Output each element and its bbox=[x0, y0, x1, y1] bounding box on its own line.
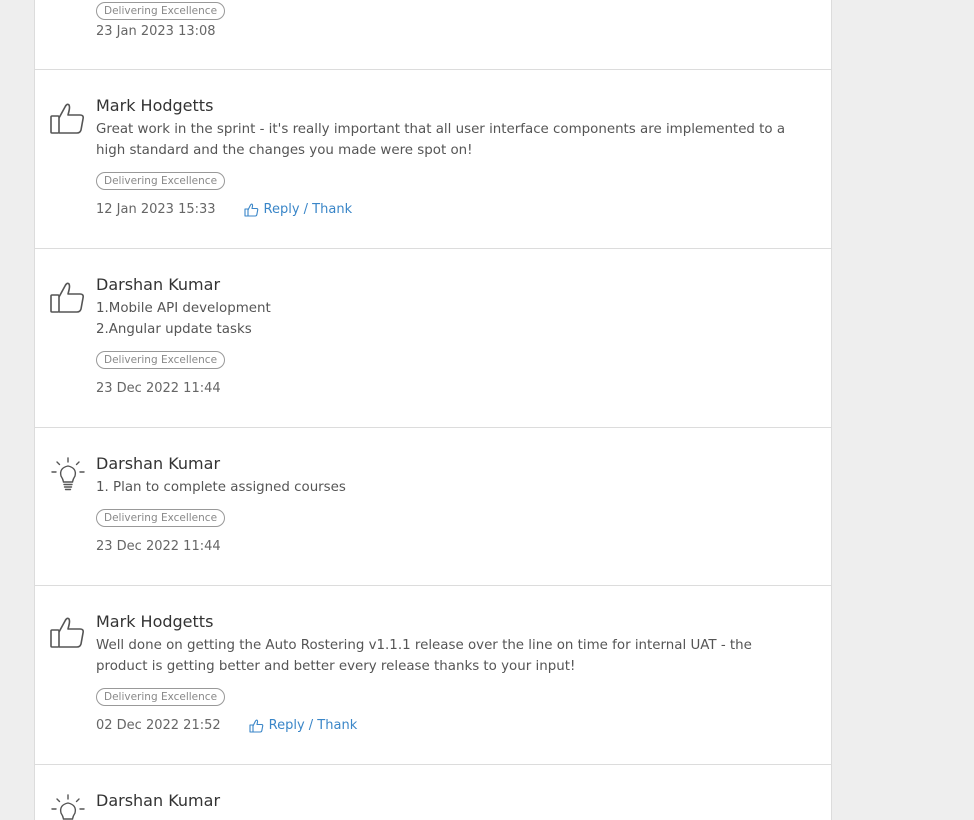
lightbulb-icon bbox=[49, 793, 87, 820]
thumbs-up-icon bbox=[243, 203, 258, 217]
author-name: Darshan Kumar bbox=[96, 791, 221, 810]
thumbs-up-icon bbox=[49, 279, 87, 317]
value-tag[interactable]: Delivering Excellence bbox=[96, 509, 226, 527]
feedback-message: 1.Mobile API development 2.Angular updat… bbox=[96, 301, 271, 337]
feed-item: Darshan Kumar 1.Mobile API development 2… bbox=[35, 249, 831, 428]
feed-item: Darshan Kumar 1. Plan to complete assign… bbox=[35, 428, 831, 586]
feed-item: Mark Hodgetts Well done on getting the A… bbox=[35, 586, 831, 765]
thumbs-up-icon bbox=[49, 614, 87, 652]
author-name: Mark Hodgetts bbox=[96, 612, 214, 631]
value-tag[interactable]: Delivering Excellence bbox=[96, 688, 226, 706]
author-name: Darshan Kumar bbox=[96, 275, 221, 294]
value-tag[interactable]: Delivering Excellence bbox=[96, 2, 226, 20]
reply-thank-link[interactable]: Reply / Thank bbox=[243, 200, 353, 220]
feedback-message: 1. Plan to complete assigned courses bbox=[96, 480, 346, 495]
item-date: 02 Dec 2022 21:52 bbox=[96, 718, 221, 733]
item-date: 23 Dec 2022 11:44 bbox=[96, 539, 221, 554]
author-name: Darshan Kumar bbox=[96, 454, 221, 473]
thumbs-up-icon bbox=[49, 100, 87, 138]
author-name: Mark Hodgetts bbox=[96, 96, 214, 115]
feed-item: Delivering Excellence 23 Jan 2023 13:08 bbox=[35, 0, 831, 70]
item-date: 23 Jan 2023 13:08 bbox=[96, 24, 216, 39]
feedback-message: Well done on getting the Auto Rostering … bbox=[96, 638, 752, 674]
feed-item: Darshan Kumar bbox=[35, 765, 831, 820]
item-date: 12 Jan 2023 15:33 bbox=[96, 202, 216, 217]
feedback-message: Great work in the sprint - it's really i… bbox=[96, 122, 786, 158]
feedback-feed: Delivering Excellence 23 Jan 2023 13:08 … bbox=[34, 0, 832, 820]
reply-thank-label: Reply / Thank bbox=[268, 718, 358, 733]
value-tag[interactable]: Delivering Excellence bbox=[96, 172, 226, 190]
reply-thank-label: Reply / Thank bbox=[263, 202, 353, 217]
lightbulb-icon bbox=[49, 456, 87, 494]
feed-item: Mark Hodgetts Great work in the sprint -… bbox=[35, 70, 831, 249]
thumbs-up-icon bbox=[249, 719, 263, 733]
reply-thank-link[interactable]: Reply / Thank bbox=[249, 716, 358, 736]
item-date: 23 Dec 2022 11:44 bbox=[96, 381, 221, 396]
value-tag[interactable]: Delivering Excellence bbox=[96, 351, 226, 369]
